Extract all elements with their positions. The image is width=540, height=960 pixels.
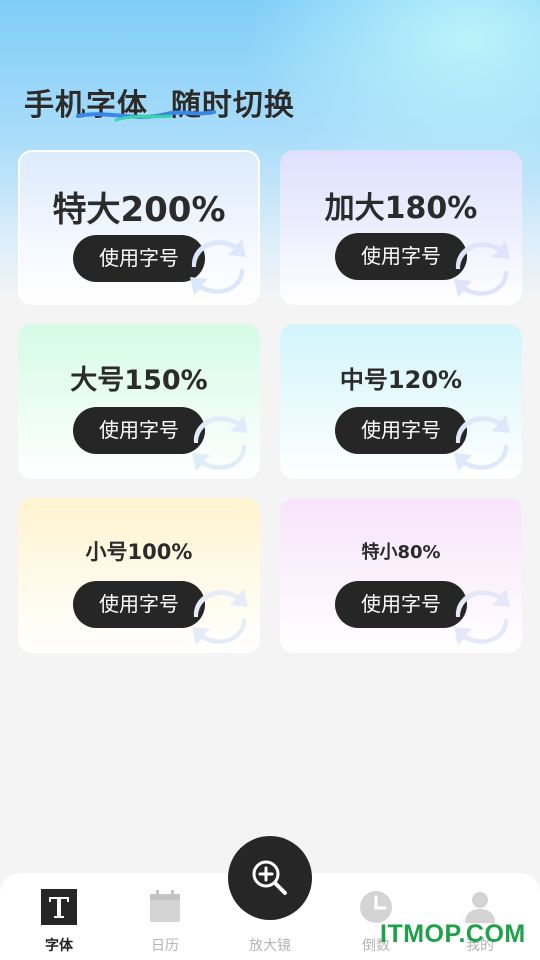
refresh-arrows-icon [190,239,246,295]
nav-label: 日历 [151,938,179,954]
nav-label-magnifier: 放大镜 [249,938,291,954]
font-card-medium: 中号120% 使用字号 [280,324,522,479]
use-size-button[interactable]: 使用字号 [73,407,205,454]
font-card-label: 中号120% [339,366,463,394]
headline-swoosh-decoration [76,110,216,122]
magnifier-button[interactable] [228,836,312,920]
refresh-arrows-icon [454,241,510,297]
font-t-icon [41,889,77,925]
font-card-small: 小号100% 使用字号 [18,498,260,653]
font-card-large: 大号150% 使用字号 [18,324,260,479]
use-size-button[interactable]: 使用字号 [335,581,467,628]
font-card-label: 特小80% [361,542,441,563]
refresh-arrows-icon [454,415,510,471]
watermark: ITMOP.COM [380,920,526,948]
font-card-extra-small: 特小80% 使用字号 [280,498,522,653]
refresh-arrows-icon [192,415,248,471]
font-card-label: 特大200% [52,190,226,230]
font-card-label: 大号150% [70,365,208,396]
font-card-label: 小号100% [85,540,193,564]
refresh-arrows-icon [192,589,248,645]
use-size-button[interactable]: 使用字号 [335,233,467,280]
font-card-extra-large: 特大200% 使用字号 [18,150,260,305]
use-size-button[interactable]: 使用字号 [73,581,205,628]
nav-label: 字体 [45,938,73,954]
calendar-icon [150,890,180,922]
font-card-label: 加大180% [324,191,478,226]
use-size-button[interactable]: 使用字号 [335,407,467,454]
nav-item-calendar[interactable]: 日历 [125,873,205,960]
refresh-arrows-icon [454,589,510,645]
nav-item-font[interactable]: 字体 [19,873,99,960]
use-size-button[interactable]: 使用字号 [73,235,205,282]
font-card-larger: 加大180% 使用字号 [280,150,522,305]
magnifier-plus-icon [252,860,287,895]
